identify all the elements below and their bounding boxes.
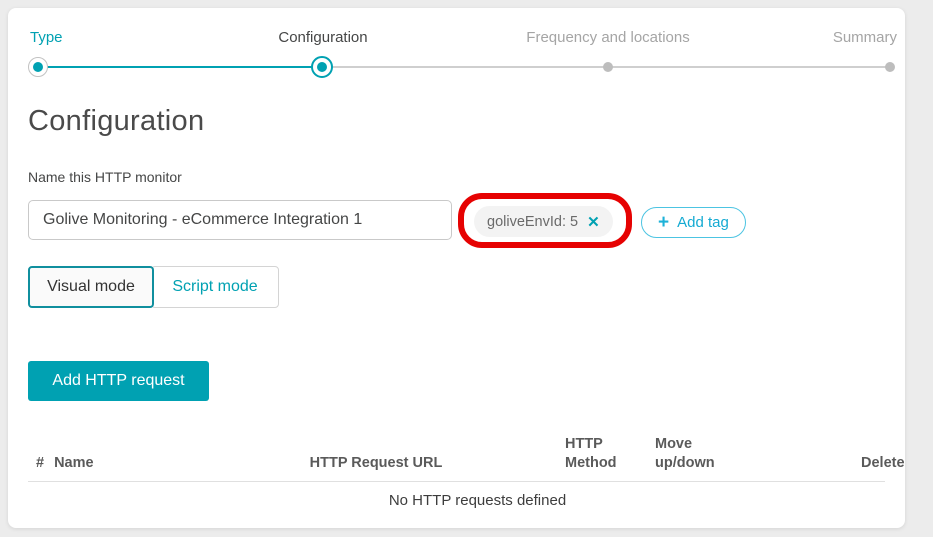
monitor-name-input[interactable] [28,200,452,240]
add-tag-label: Add tag [677,214,729,231]
step-dot-summary [885,62,895,72]
column-header-method: HTTP Method [565,435,631,473]
column-name: Name [54,454,94,473]
step-label-configuration: Configuration [238,29,408,46]
tag-chip-goliveenvid[interactable]: goliveEnvId: 5 ✕ [474,206,613,237]
tab-script-mode[interactable]: Script mode [151,266,279,308]
add-tag-button[interactable]: + Add tag [641,207,746,238]
step-label-summary: Summary [767,29,897,46]
requests-table-header: # Name HTTP Request URL HTTP Method Move… [28,427,905,473]
mode-tabs: Visual mode Script mode [28,266,279,308]
table-header-separator [28,481,885,482]
step-label-frequency-locations: Frequency and locations [523,29,693,46]
column-header-delete: Delete [861,454,905,473]
step-dot-type[interactable] [28,57,48,77]
wizard-card: Type Configuration Frequency and locatio… [8,8,905,528]
monitor-name-label: Name this HTTP monitor [28,169,182,185]
tag-remove-icon close-icon[interactable]: ✕ [587,213,600,231]
stepper-line-completed [38,66,323,68]
plus-icon: + [658,213,669,232]
add-http-request-button[interactable]: Add HTTP request [28,361,209,401]
page-title: Configuration [28,105,204,138]
table-empty-state: No HTTP requests defined [28,490,905,512]
tag-chip-label: goliveEnvId: 5 [487,214,578,230]
step-dot-configuration[interactable] [311,56,333,78]
column-header-move: Move up/down [655,435,729,473]
step-dot-configuration-fill [317,62,327,72]
column-number: # [36,454,44,473]
column-header-number-name: # Name [36,454,94,473]
step-dot-frequency-locations [603,62,613,72]
step-label-type[interactable]: Type [30,29,63,46]
column-header-url: HTTP Request URL [296,454,456,473]
tab-visual-mode[interactable]: Visual mode [28,266,154,308]
step-dot-type-fill [33,62,43,72]
